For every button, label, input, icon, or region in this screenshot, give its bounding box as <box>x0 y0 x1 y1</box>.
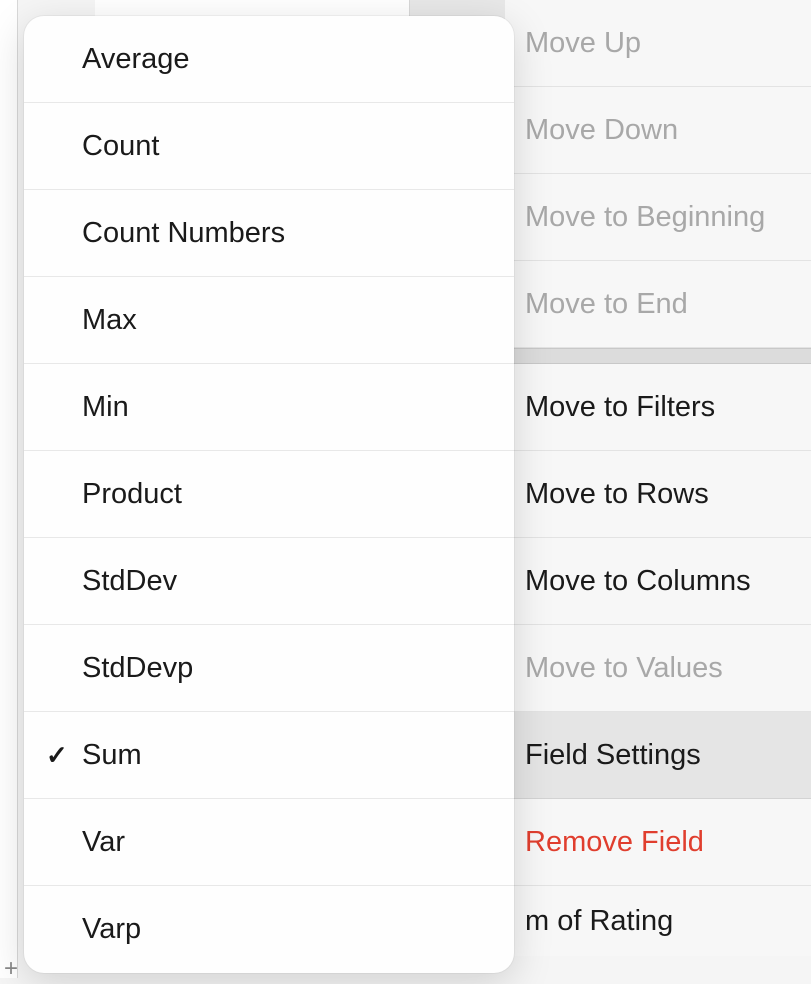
field-context-menu: Move Up Move Down Move to Beginning Move… <box>505 0 811 956</box>
aggregation-label: Max <box>82 304 137 337</box>
aggregation-label: Average <box>82 43 190 76</box>
menu-move-to-rows[interactable]: Move to Rows <box>505 451 811 538</box>
field-name-label: m of Rating <box>505 886 811 956</box>
spreadsheet-row-edge <box>0 0 18 978</box>
aggregation-average[interactable]: Average <box>24 16 514 103</box>
plus-icon: + <box>0 958 22 980</box>
menu-remove-field[interactable]: Remove Field <box>505 799 811 886</box>
menu-field-settings[interactable]: Field Settings <box>505 712 811 799</box>
aggregation-stddev[interactable]: StdDev <box>24 538 514 625</box>
aggregation-label: Count <box>82 130 159 163</box>
aggregation-varp[interactable]: Varp <box>24 886 514 973</box>
aggregation-label: StdDevp <box>82 652 193 685</box>
aggregation-label: Var <box>82 826 125 859</box>
aggregation-count[interactable]: Count <box>24 103 514 190</box>
aggregation-max[interactable]: Max <box>24 277 514 364</box>
aggregation-count-numbers[interactable]: Count Numbers <box>24 190 514 277</box>
aggregation-label: Varp <box>82 913 141 946</box>
aggregation-label: Min <box>82 391 129 424</box>
aggregation-label: StdDev <box>82 565 177 598</box>
menu-move-to-beginning: Move to Beginning <box>505 174 811 261</box>
menu-move-to-values: Move to Values <box>505 625 811 712</box>
aggregation-var[interactable]: Var <box>24 799 514 886</box>
aggregation-stddevp[interactable]: StdDevp <box>24 625 514 712</box>
aggregation-label: Product <box>82 478 182 511</box>
menu-move-to-columns[interactable]: Move to Columns <box>505 538 811 625</box>
aggregation-product[interactable]: Product <box>24 451 514 538</box>
aggregation-submenu: Average Count Count Numbers Max Min Prod… <box>24 16 514 973</box>
menu-move-down: Move Down <box>505 87 811 174</box>
aggregation-min[interactable]: Min <box>24 364 514 451</box>
aggregation-label: Count Numbers <box>82 217 285 250</box>
menu-move-to-filters[interactable]: Move to Filters <box>505 364 811 451</box>
menu-separator <box>505 348 811 364</box>
aggregation-label: Sum <box>82 739 142 772</box>
aggregation-sum[interactable]: ✓ Sum <box>24 712 514 799</box>
menu-move-up: Move Up <box>505 0 811 87</box>
checkmark-icon: ✓ <box>46 740 68 771</box>
menu-move-to-end: Move to End <box>505 261 811 348</box>
